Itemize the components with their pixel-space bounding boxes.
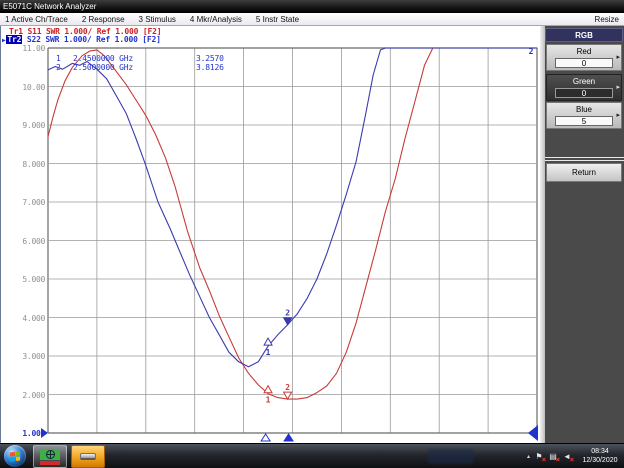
error-badge: × bbox=[569, 456, 574, 464]
softkey-red-label: Red bbox=[576, 47, 592, 56]
softkey-sidebar: RGB Red 0 ▸ Green 0 ▸ Blue 5 ▸ Return bbox=[540, 26, 624, 443]
marker1-freq: 2.4500000 GHz bbox=[73, 54, 134, 63]
y-axis-label: 9.000 bbox=[22, 121, 45, 130]
y-axis-label: 4.000 bbox=[22, 313, 45, 323]
marker2-freq: 2.5000000 GHz bbox=[73, 62, 134, 72]
softkey-red-value: 0 bbox=[555, 58, 613, 68]
clock[interactable]: 08:34 12/30/2020 bbox=[578, 448, 622, 465]
windows-logo-icon bbox=[10, 450, 20, 462]
y-axis-label: 1.000 bbox=[22, 429, 45, 438]
error-badge: × bbox=[555, 456, 560, 464]
softkey-green[interactable]: Green 0 ▸ bbox=[546, 74, 622, 101]
menu-stimulus[interactable]: 3 Stimulus bbox=[139, 15, 176, 24]
system-tray: ▴ ⚑ × ▤ × ◄ × 08:34 12/30/2020 bbox=[527, 444, 622, 468]
taskbar-blur-patch bbox=[428, 449, 474, 464]
window-title: E5071C Network Analyzer bbox=[3, 2, 97, 11]
y-axis-label: 2.000 bbox=[22, 390, 45, 400]
svg-text:2: 2 bbox=[285, 309, 290, 318]
marker1-number: 1 bbox=[56, 54, 61, 63]
marker1-readout-row: 1 2.4500000 GHz 3.2570 bbox=[56, 55, 224, 63]
chevron-right-icon: ▸ bbox=[616, 84, 620, 91]
taskbar-analyzer-app-button[interactable] bbox=[33, 445, 67, 468]
marker2-readout-row: 2 2.5000000 GHz 3.8126 bbox=[56, 62, 224, 72]
menu-response[interactable]: 2 Response bbox=[82, 15, 125, 24]
y-axis-label: 10.00 bbox=[22, 82, 45, 92]
chevron-right-icon: ▸ bbox=[616, 54, 620, 61]
y-axis-label: 11.00 bbox=[22, 44, 45, 53]
svg-text:1: 1 bbox=[266, 396, 271, 405]
titlebar: E5071C Network Analyzer bbox=[0, 0, 624, 13]
y-axis-label: 3.000 bbox=[22, 352, 45, 361]
menu-instr-state[interactable]: 5 Instr State bbox=[256, 15, 299, 24]
softkey-blue-value: 5 bbox=[555, 116, 613, 126]
marker1-value: 3.2570 bbox=[196, 54, 224, 63]
y-axis-label: 8.000 bbox=[22, 159, 45, 169]
marker2-value: 3.8126 bbox=[196, 62, 224, 72]
menu-active-ch-trace[interactable]: 1 Active Ch/Trace bbox=[5, 15, 68, 24]
softkey-blue[interactable]: Blue 5 ▸ bbox=[546, 102, 622, 129]
taskbar: ▴ ⚑ × ▤ × ◄ × 08:34 12/30/2020 bbox=[0, 443, 624, 468]
svg-text:1: 1 bbox=[266, 348, 271, 357]
softkey-blue-label: Blue bbox=[575, 105, 592, 114]
error-badge: × bbox=[541, 456, 546, 464]
action-center-flag-icon[interactable]: ⚑ × bbox=[534, 452, 546, 464]
menu-mkr-analysis[interactable]: 4 Mkr/Analysis bbox=[190, 15, 242, 24]
menu-resize[interactable]: Resize bbox=[595, 13, 619, 26]
network-analyzer-app-icon bbox=[40, 448, 60, 465]
smith-chart-icon bbox=[45, 449, 55, 459]
network-icon[interactable]: ▤ × bbox=[548, 452, 560, 464]
y-axis-label: 6.000 bbox=[22, 236, 45, 246]
softkey-menu-title: RGB bbox=[545, 28, 623, 42]
start-button[interactable] bbox=[4, 445, 26, 467]
return-button[interactable]: Return bbox=[546, 163, 622, 182]
chevron-right-icon: ▸ bbox=[616, 112, 620, 119]
softkey-green-value: 0 bbox=[555, 88, 613, 98]
menubar: 1 Active Ch/Trace 2 Response 3 Stimulus … bbox=[0, 13, 624, 26]
volume-icon[interactable]: ◄ × bbox=[562, 452, 574, 464]
swr-chart: 12122 bbox=[41, 47, 538, 442]
tray-date: 12/30/2020 bbox=[582, 456, 618, 464]
analyzer-screen: 12122 Tr1 S11 SWR 1.000/ Ref 1.000 [F2] … bbox=[0, 26, 540, 443]
svg-text:2: 2 bbox=[285, 383, 290, 392]
softkey-green-label: Green bbox=[572, 77, 596, 86]
desktop: E5071C Network Analyzer 1 Active Ch/Trac… bbox=[0, 0, 624, 468]
show-hidden-icons-button[interactable]: ▴ bbox=[527, 453, 530, 460]
marker-readout: 1 2.4500000 GHz 3.2570 2 2.5000000 GHz 3.812… bbox=[56, 55, 224, 72]
y-axis-label: 5.000 bbox=[22, 275, 45, 284]
disk-drive-icon bbox=[80, 453, 96, 460]
softkey-separator bbox=[545, 157, 624, 161]
softkey-red[interactable]: Red 0 ▸ bbox=[546, 44, 622, 71]
y-axis-label: 7.000 bbox=[22, 198, 45, 207]
tray-time: 08:34 bbox=[591, 448, 609, 455]
marker2-number: 2 bbox=[56, 62, 61, 72]
svg-text:2: 2 bbox=[529, 47, 534, 56]
taskbar-drive-app-button[interactable] bbox=[71, 445, 105, 468]
